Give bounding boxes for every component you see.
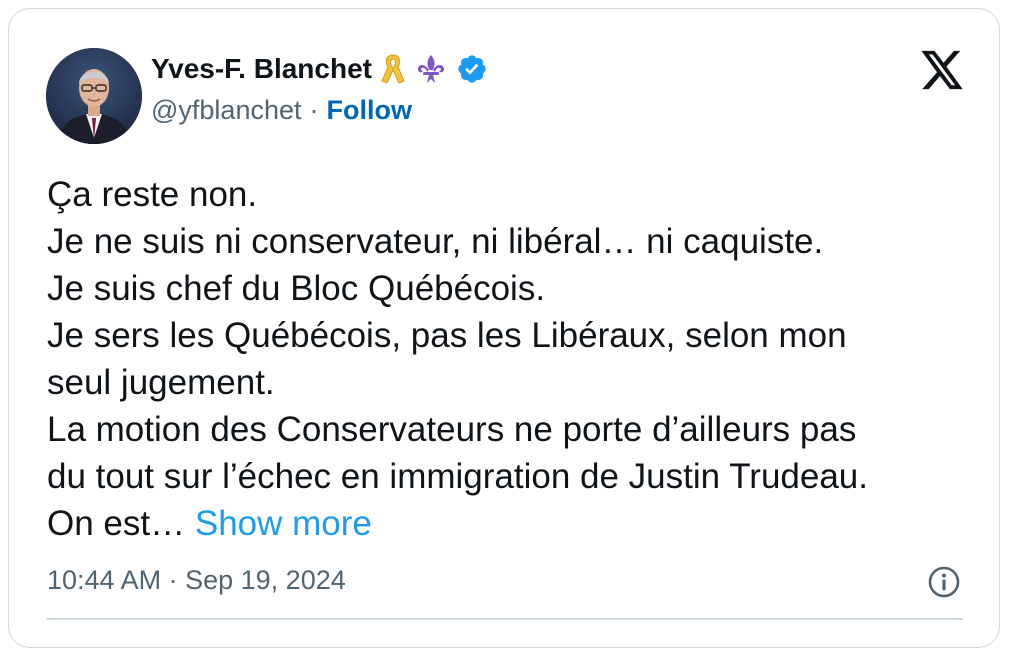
- separator-dot: ·: [309, 95, 319, 125]
- tweet-line: Je sers les Québécois, pas les Libéraux,…: [47, 316, 847, 355]
- show-more-link[interactable]: Show more: [195, 504, 372, 543]
- tweet-text: Ça reste non. Je ne suis ni conservateur…: [47, 171, 987, 547]
- author-name[interactable]: Yves-F. Blanchet: [151, 53, 372, 85]
- divider: [47, 618, 963, 620]
- fleur-de-lis-icon: [413, 52, 448, 86]
- handle-row: @yfblanchet · Follow: [151, 95, 412, 126]
- tweet-line: Ça reste non.: [47, 175, 258, 214]
- tweet-line-last: On est… Show more: [47, 500, 987, 547]
- tweet-time: 10:44 AM: [47, 565, 162, 595]
- author-row: Yves-F. Blanchet: [151, 51, 488, 87]
- avatar-image: [46, 48, 142, 144]
- tweet-line: seul jugement.: [47, 363, 275, 402]
- author-handle[interactable]: @yfblanchet: [151, 95, 302, 126]
- x-logo-icon[interactable]: [919, 49, 965, 91]
- tweet-line: Je suis chef du Bloc Québécois.: [47, 269, 546, 308]
- tweet-line: La motion des Conservateurs ne porte d’a…: [47, 410, 857, 449]
- avatar[interactable]: [46, 48, 142, 144]
- tweet-line: Je ne suis ni conservateur, ni libéral… …: [47, 222, 824, 261]
- tweet-timestamp[interactable]: 10:44 AM · Sep 19, 2024: [47, 565, 346, 596]
- timestamp-separator: ·: [168, 565, 178, 595]
- info-icon[interactable]: [927, 565, 961, 599]
- follow-button[interactable]: Follow: [327, 95, 412, 126]
- yellow-ribbon-icon: [380, 53, 406, 85]
- tweet-line: du tout sur l’échec en immigration de Ju…: [47, 457, 868, 496]
- verified-badge-icon[interactable]: [456, 53, 488, 85]
- tweet-card: Yves-F. Blanchet @yfblanchet · Follow Ça…: [8, 8, 1000, 648]
- tweet-truncated-text: On est…: [47, 504, 186, 543]
- tweet-date: Sep 19, 2024: [185, 565, 346, 595]
